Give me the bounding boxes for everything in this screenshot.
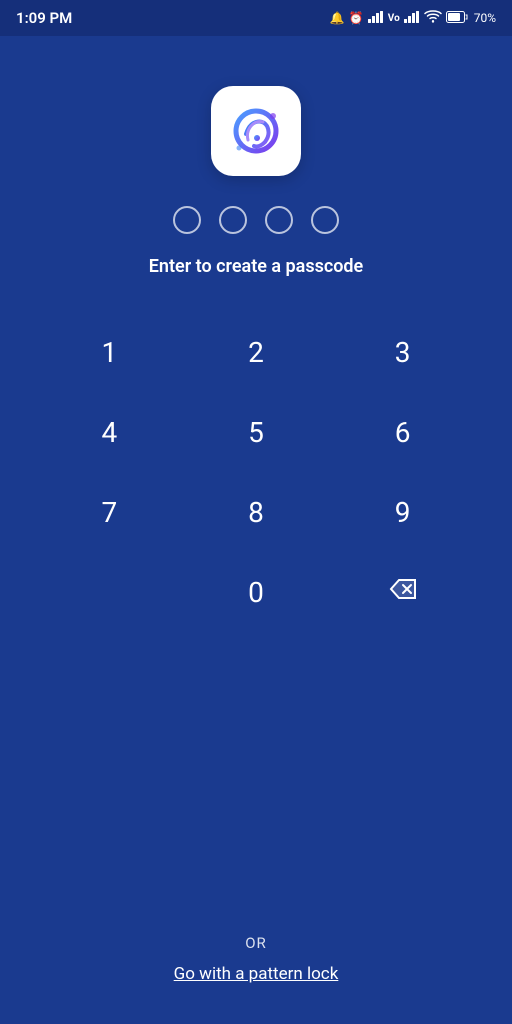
signal2-icon xyxy=(404,11,420,26)
alarm-icon: ⏰ xyxy=(349,11,364,25)
silent-icon: 🔔 xyxy=(330,11,345,25)
numpad-key-7[interactable]: 7 xyxy=(36,472,183,552)
passcode-dot-1 xyxy=(173,206,201,234)
numpad-key-3[interactable]: 3 xyxy=(329,312,476,392)
numpad-key-8[interactable]: 8 xyxy=(183,472,330,552)
numpad: 1 2 3 4 5 6 7 8 9 0 xyxy=(36,312,476,632)
signal-icon xyxy=(368,11,384,26)
passcode-dot-2 xyxy=(219,206,247,234)
backspace-icon xyxy=(389,578,417,606)
passcode-dot-3 xyxy=(265,206,293,234)
pattern-lock-link[interactable]: Go with a pattern lock xyxy=(174,964,339,984)
battery-icon xyxy=(446,11,468,26)
or-label: OR xyxy=(245,934,267,952)
bottom-section: OR Go with a pattern lock xyxy=(0,632,512,1024)
numpad-key-9[interactable]: 9 xyxy=(329,472,476,552)
numpad-key-1[interactable]: 1 xyxy=(36,312,183,392)
app-logo-svg xyxy=(221,96,291,166)
app-logo xyxy=(211,86,301,176)
numpad-key-4[interactable]: 4 xyxy=(36,392,183,472)
volte-icon: Vo xyxy=(388,13,400,24)
main-content: Enter to create a passcode 1 2 3 4 5 6 7… xyxy=(0,36,512,632)
status-icons: 🔔 ⏰ Vo xyxy=(330,10,496,27)
numpad-key-empty xyxy=(36,552,183,632)
battery-percentage: 70% xyxy=(474,11,496,25)
numpad-key-6[interactable]: 6 xyxy=(329,392,476,472)
numpad-key-2[interactable]: 2 xyxy=(183,312,330,392)
passcode-dot-4 xyxy=(311,206,339,234)
numpad-key-0[interactable]: 0 xyxy=(183,552,330,632)
status-time: 1:09 PM xyxy=(16,9,72,27)
wifi-icon xyxy=(424,10,442,27)
passcode-dots xyxy=(173,206,339,234)
numpad-key-5[interactable]: 5 xyxy=(183,392,330,472)
instruction-text: Enter to create a passcode xyxy=(149,256,363,277)
numpad-key-backspace[interactable] xyxy=(329,552,476,632)
status-bar: 1:09 PM 🔔 ⏰ Vo xyxy=(0,0,512,36)
